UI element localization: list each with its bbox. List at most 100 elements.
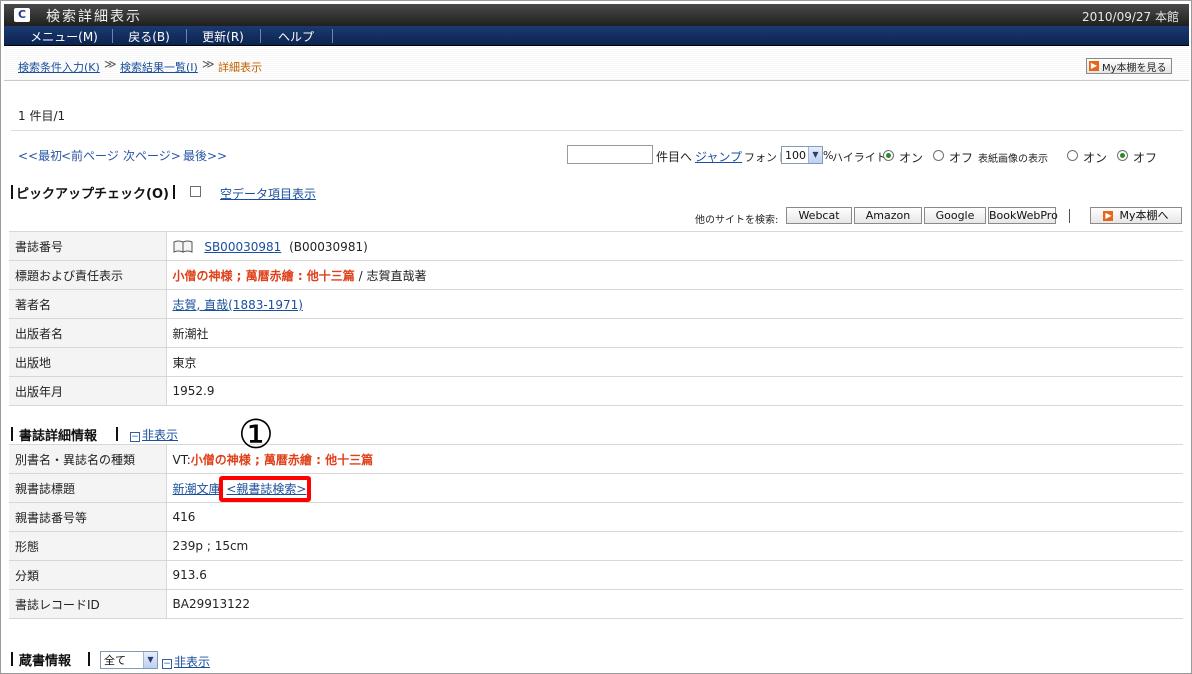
section-bar xyxy=(11,652,13,666)
detail-hide-link[interactable]: 非表示 xyxy=(142,428,178,442)
breadcrumb-separator: ≫ xyxy=(104,57,117,71)
jump-button[interactable]: ジャンプ xyxy=(695,148,742,165)
field-value: 志賀, 直哉(1883-1971) xyxy=(166,289,1183,319)
detail-section-title: 書誌詳細情報 xyxy=(19,429,98,444)
table-row: 著者名 志賀, 直哉(1883-1971) xyxy=(9,289,1183,319)
variant-prefix: VT: xyxy=(172,452,191,467)
section-bar xyxy=(11,427,13,441)
field-value: BA29913122 xyxy=(166,589,1183,619)
field-value: 東京 xyxy=(166,347,1183,377)
window-frame: C 検索詳細表示 2010/09/27 本館 メニュー(M) 戻る(B) 更新(… xyxy=(0,0,1192,674)
view-mybook-button[interactable]: ▶ My本棚を見る xyxy=(1086,58,1172,74)
biblio-id-link[interactable]: SB00030981 xyxy=(204,240,281,254)
menu-bar: メニュー(M) 戻る(B) 更新(R) ヘルプ xyxy=(4,26,1189,46)
app-logo-icon: C xyxy=(14,8,30,22)
field-label: 書誌レコードID xyxy=(9,589,167,619)
holdings-hide-toggle[interactable]: − 非表示 xyxy=(162,653,210,670)
table-row: 別書名・異誌名の種類 VT:小僧の神様 ; 萬暦赤繪 : 他十三篇 xyxy=(9,444,1183,474)
field-label: 書誌番号 xyxy=(9,231,167,261)
breadcrumb-result-list[interactable]: 検索結果一覧(I) xyxy=(120,59,198,75)
highlight-on-label: オン xyxy=(899,151,924,165)
section-bar xyxy=(173,185,175,199)
table-row: 形態 239p ; 15cm xyxy=(9,531,1183,561)
section-bar xyxy=(116,427,118,441)
pickup-title: ピックアップチェック(O) xyxy=(16,187,169,202)
menu-separator xyxy=(332,29,333,43)
field-label: 出版年月 xyxy=(9,376,167,406)
menu-item-menu[interactable]: メニュー(M) xyxy=(26,28,102,44)
menu-separator xyxy=(112,29,113,43)
jump-page-input[interactable] xyxy=(567,145,653,164)
menu-item-back[interactable]: 戻る(B) xyxy=(116,28,182,44)
field-label: 出版者名 xyxy=(9,318,167,348)
detail-hide-toggle[interactable]: − 非表示 xyxy=(130,426,178,443)
add-mybook-button[interactable]: ▶ My本棚へ xyxy=(1090,207,1182,224)
font-size-select[interactable]: 100 ▼ xyxy=(781,146,823,164)
menu-item-refresh[interactable]: 更新(R) xyxy=(190,28,256,44)
table-row: 標題および責任表示 小僧の神様 ; 萬暦赤繪 : 他十三篇 / 志賀直哉著 xyxy=(9,260,1183,290)
book-icon xyxy=(173,240,192,253)
add-mybook-label: My本棚へ xyxy=(1119,209,1169,222)
holdings-filter-select[interactable]: 全て ▼ xyxy=(100,651,158,669)
highlight-off-radio[interactable] xyxy=(933,150,944,161)
jump-suffix: 件目へ xyxy=(656,150,693,164)
highlight-off-label: オフ xyxy=(949,151,974,165)
author-link[interactable]: 志賀, 直哉(1883-1971) xyxy=(173,298,303,312)
window-title: 検索詳細表示 xyxy=(46,9,142,25)
holdings-title: 蔵書情報 xyxy=(19,654,72,669)
field-value: VT:小僧の神様 ; 萬暦赤繪 : 他十三篇 xyxy=(166,444,1183,474)
breadcrumb-search-input[interactable]: 検索条件入力(K) xyxy=(18,59,100,75)
field-label: 著者名 xyxy=(9,289,167,319)
detail-table: 別書名・異誌名の種類 VT:小僧の神様 ; 萬暦赤繪 : 他十三篇 親書誌標題 … xyxy=(9,444,1183,619)
external-search-label: 他のサイトを検索: xyxy=(695,215,779,226)
title-bar: C 検索詳細表示 2010/09/27 本館 xyxy=(4,4,1189,26)
pager-last[interactable]: 最後>> xyxy=(183,147,227,164)
webcat-button[interactable]: Webcat xyxy=(786,207,852,224)
play-icon: ▶ xyxy=(1089,61,1099,71)
field-value: 新潮文庫 <親書誌検索> xyxy=(166,473,1183,503)
annotation-highlight-box xyxy=(219,476,311,502)
cover-off-radio[interactable] xyxy=(1117,150,1128,161)
pager-first[interactable]: <<最初 xyxy=(18,147,62,164)
highlight-on-radio[interactable] xyxy=(883,150,894,161)
field-label: 分類 xyxy=(9,560,167,590)
font-size-value: 100 xyxy=(785,148,806,162)
breadcrumb-separator: ≫ xyxy=(202,57,215,71)
bookwebpro-button[interactable]: BookWebPro xyxy=(988,207,1058,224)
google-button[interactable]: Google xyxy=(924,207,986,224)
table-row: 出版者名 新潮社 xyxy=(9,318,1183,348)
series-link[interactable]: 新潮文庫 xyxy=(173,482,221,496)
field-label: 別書名・異誌名の種類 xyxy=(9,444,167,474)
breadcrumb: 検索条件入力(K) ≫ 検索結果一覧(I) ≫ 詳細表示 ▶ My本棚を見る xyxy=(4,47,1189,81)
cover-off-label: オフ xyxy=(1133,151,1158,165)
pickup-checkbox[interactable] xyxy=(190,186,201,197)
table-row: 出版年月 1952.9 xyxy=(9,376,1183,406)
field-value: SB00030981 (B00030981) xyxy=(166,231,1183,261)
field-value: 小僧の神様 ; 萬暦赤繪 : 他十三篇 / 志賀直哉著 xyxy=(166,260,1183,290)
field-value: 1952.9 xyxy=(166,376,1183,406)
highlight-label: ハイライト xyxy=(832,151,887,164)
menu-separator xyxy=(260,29,261,43)
section-bar xyxy=(88,652,90,666)
responsibility: / 志賀直哉著 xyxy=(354,268,427,283)
breadcrumb-current: 詳細表示 xyxy=(218,61,262,74)
pager-prev[interactable]: <前ページ xyxy=(61,147,119,164)
show-empty-fields-link[interactable]: 空データ項目表示 xyxy=(220,185,316,202)
biblio-id-extra: (B00030981) xyxy=(289,239,368,254)
amazon-button[interactable]: Amazon xyxy=(854,207,922,224)
menu-item-help[interactable]: ヘルプ xyxy=(266,28,326,44)
field-label: 形態 xyxy=(9,531,167,561)
divider xyxy=(11,130,1183,131)
chevron-down-icon: ▼ xyxy=(143,652,157,668)
holdings-hide-link[interactable]: 非表示 xyxy=(174,655,210,669)
table-row: 親書誌番号等 416 xyxy=(9,502,1183,532)
table-row: 出版地 東京 xyxy=(9,347,1183,377)
cover-on-radio[interactable] xyxy=(1067,150,1078,161)
pager-next[interactable]: 次ページ> xyxy=(123,147,181,164)
collapse-icon: − xyxy=(130,432,140,442)
menu-separator xyxy=(186,29,187,43)
field-value: 239p ; 15cm xyxy=(166,531,1183,561)
annotation-number: ① xyxy=(238,412,274,458)
table-row: 分類 913.6 xyxy=(9,560,1183,590)
field-label: 標題および責任表示 xyxy=(9,260,167,290)
